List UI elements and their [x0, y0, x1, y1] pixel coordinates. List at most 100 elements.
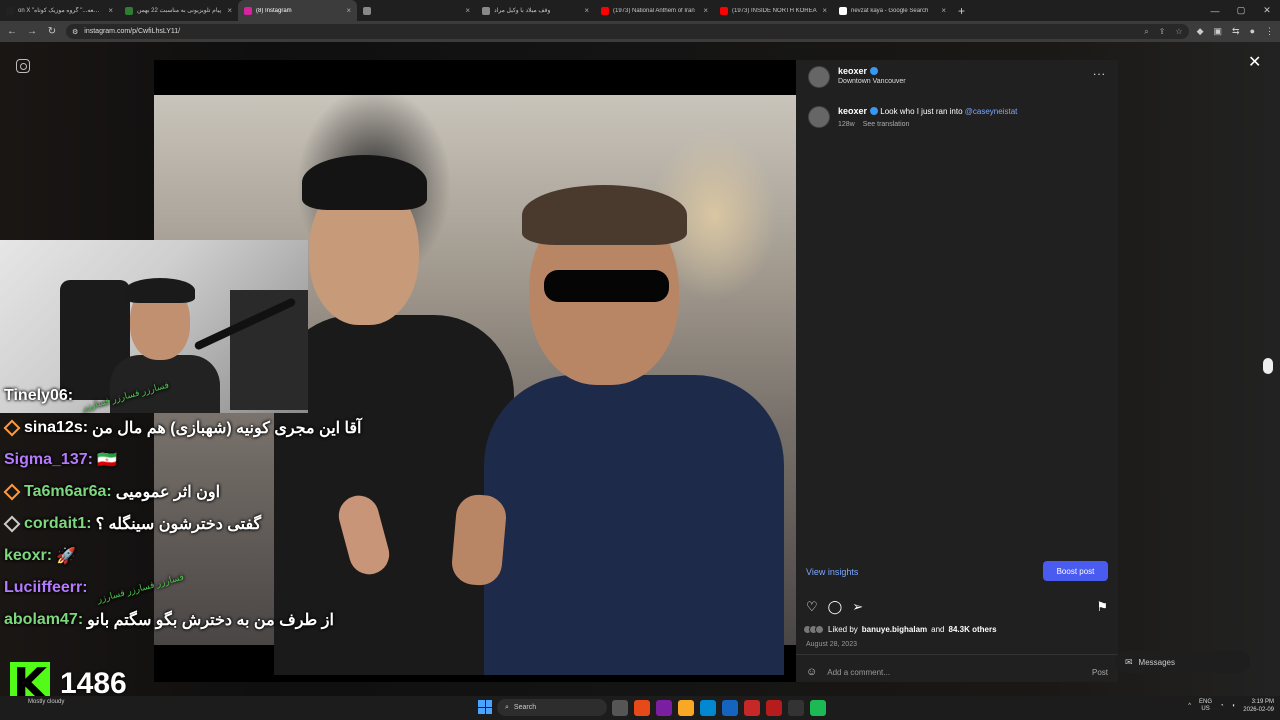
- taskbar-search[interactable]: ⌕ Search: [497, 699, 607, 716]
- profile-icon[interactable]: ●: [1250, 26, 1255, 37]
- zoom-icon[interactable]: ⌕: [1144, 27, 1148, 37]
- messages-button[interactable]: ✉ Messages: [1115, 651, 1250, 673]
- chat-username: sina12s:: [24, 419, 89, 436]
- save-icon[interactable]: ⚑: [1096, 599, 1108, 615]
- liked-by-label: Liked by: [828, 625, 858, 634]
- comment-icon[interactable]: ◯: [828, 599, 843, 615]
- stream-chat-overlay: Tinely06: فسارزر فسارزر فسارزر sina12s: آقا…: [3, 379, 364, 636]
- browser-tab[interactable]: nevzat kaya - Google Search ×: [833, 0, 952, 21]
- avatar[interactable]: [808, 66, 830, 88]
- forward-icon[interactable]: →: [26, 26, 38, 37]
- browser-tab[interactable]: وقف میلاد با وکیل مراد ×: [476, 0, 595, 21]
- browser-tab[interactable]: ×: [357, 0, 476, 21]
- back-icon[interactable]: ←: [6, 26, 18, 37]
- boost-post-button[interactable]: Boost post: [1043, 561, 1108, 581]
- site-info-icon[interactable]: ⚙: [72, 28, 78, 36]
- post-username[interactable]: keoxer: [838, 66, 906, 76]
- edge-icon[interactable]: [700, 700, 716, 716]
- tab-close-icon[interactable]: ×: [584, 6, 589, 15]
- extensions-puzzle-icon[interactable]: ▣: [1214, 26, 1223, 37]
- tab-close-icon[interactable]: ×: [108, 6, 113, 15]
- tab-close-icon[interactable]: ×: [346, 6, 351, 15]
- chat-username: cordait1:: [24, 515, 92, 532]
- extension-icon[interactable]: ◆: [1197, 26, 1204, 37]
- tab-close-icon[interactable]: ×: [227, 6, 232, 15]
- chrome-icon[interactable]: [634, 700, 650, 716]
- system-tray: ^ ENG US ◔ ◖ 3:19 PM 2026-02-09: [1188, 698, 1274, 714]
- post-header: keoxer Downtown Vancouver: [808, 66, 906, 88]
- chat-username: Ta6m6ar6a:: [24, 483, 112, 500]
- share-icon[interactable]: ⇪: [1159, 27, 1166, 37]
- app-icon[interactable]: [656, 700, 672, 716]
- comment-bar: ☺ Add a comment... Post: [806, 666, 1108, 678]
- mail-icon[interactable]: [722, 700, 738, 716]
- new-tab-button[interactable]: +: [952, 4, 971, 18]
- file-explorer-icon[interactable]: [678, 700, 694, 716]
- volume-icon[interactable]: ◖: [1232, 703, 1236, 709]
- tab-favicon-icon: [125, 6, 133, 15]
- tab-favicon-icon: [720, 6, 728, 15]
- chat-text: 🇮🇷: [96, 452, 117, 469]
- post-comment-button[interactable]: Post: [1092, 668, 1108, 677]
- windows-start-icon[interactable]: [478, 700, 492, 714]
- tab-bar: on X "دوران قطعه..." گروه موزیک کوتاه×پی…: [0, 0, 1280, 21]
- chat-username: keoxr:: [4, 547, 53, 564]
- divider: [796, 654, 1118, 655]
- close-window-icon[interactable]: ✕: [1254, 5, 1280, 16]
- instagram-icon[interactable]: [16, 59, 30, 73]
- liker-avatars: [803, 625, 824, 634]
- tab-close-icon[interactable]: ×: [941, 6, 946, 15]
- scroll-handle[interactable]: [1263, 358, 1273, 374]
- url-input[interactable]: ⚙ instagram.com/p/CwfiLhsLY11/ ⌕ ⇪ ☆: [66, 24, 1189, 39]
- caption-text: Look who I just ran into: [880, 107, 963, 116]
- liked-by-user-link[interactable]: banuye.bighalam: [862, 625, 927, 634]
- browser-tab[interactable]: on X "دوران قطعه..." گروه موزیک کوتاه ×: [0, 0, 119, 21]
- gmail-icon[interactable]: [766, 700, 782, 716]
- chat-text: گفتی دخترشون سینگله ؟: [95, 516, 262, 533]
- task-view-icon[interactable]: [612, 700, 628, 716]
- chat-message: sina12s: آقا این مجری کونیه (شهبازی) هم م…: [3, 412, 364, 444]
- caption-mention-link[interactable]: @caseyneistat: [965, 107, 1018, 116]
- browser-tab[interactable]: پیام تلویزیونی به مناسبت 22 بهمن ×: [119, 0, 238, 21]
- window-controls: — ▢ ✕: [1202, 0, 1280, 21]
- youtube-icon[interactable]: [744, 700, 760, 716]
- maximize-icon[interactable]: ▢: [1228, 5, 1254, 16]
- clock[interactable]: 3:19 PM 2026-02-09: [1243, 698, 1274, 714]
- like-icon[interactable]: ♡: [806, 599, 818, 615]
- tab-favicon-icon: [839, 6, 847, 15]
- url-text: instagram.com/p/CwfiLhsLY11/: [84, 28, 181, 35]
- tab-close-icon[interactable]: ×: [465, 6, 470, 15]
- app-icon[interactable]: [788, 700, 804, 716]
- tab-favicon-icon: [482, 6, 490, 15]
- browser-tab[interactable]: (1973) INSIDE NORTH KOREA ×: [714, 0, 833, 21]
- tab-close-icon[interactable]: ×: [703, 6, 708, 15]
- comment-input[interactable]: Add a comment...: [827, 668, 1082, 677]
- view-insights-link[interactable]: View insights: [806, 567, 858, 577]
- post-location[interactable]: Downtown Vancouver: [838, 78, 906, 85]
- likes-summary: Liked by banuye.bighalam and 84.3K other…: [803, 625, 997, 634]
- browser-tab[interactable]: (8) Instagram ×: [238, 0, 357, 21]
- share-icon[interactable]: ➢: [852, 599, 863, 615]
- emoji-icon[interactable]: ☺: [806, 666, 817, 678]
- chat-message: keoxr: 🚀: [4, 540, 364, 572]
- sidebar-icon[interactable]: ⇆: [1232, 26, 1240, 37]
- chat-message: Luciiffeerr: فسارزر فسارزر فسارزر: [4, 571, 364, 604]
- close-icon[interactable]: ✕: [1248, 52, 1261, 72]
- wifi-icon[interactable]: ◔: [1220, 703, 1224, 709]
- tray-overflow-icon[interactable]: ^: [1188, 703, 1191, 709]
- tab-close-icon[interactable]: ×: [822, 6, 827, 15]
- weather-widget[interactable]: Mostly cloudy: [28, 699, 64, 705]
- likes-count-link[interactable]: 84.3K others: [949, 625, 997, 634]
- browser-tab[interactable]: (1973) National Anthem of Iran ×: [595, 0, 714, 21]
- see-translation-link[interactable]: See translation: [863, 121, 910, 128]
- avatar[interactable]: [808, 106, 830, 128]
- minimize-icon[interactable]: —: [1202, 6, 1228, 16]
- spotify-icon[interactable]: [810, 700, 826, 716]
- post-caption: keoxer Look who I just ran into @caseyne…: [808, 106, 1017, 128]
- language-indicator[interactable]: ENG US: [1199, 699, 1212, 713]
- caption-username[interactable]: keoxer: [838, 106, 879, 116]
- bookmark-star-icon[interactable]: ☆: [1175, 27, 1182, 37]
- menu-icon[interactable]: ⋮: [1265, 26, 1274, 37]
- reload-icon[interactable]: ↻: [46, 26, 58, 37]
- more-options-icon[interactable]: ...: [1093, 64, 1106, 78]
